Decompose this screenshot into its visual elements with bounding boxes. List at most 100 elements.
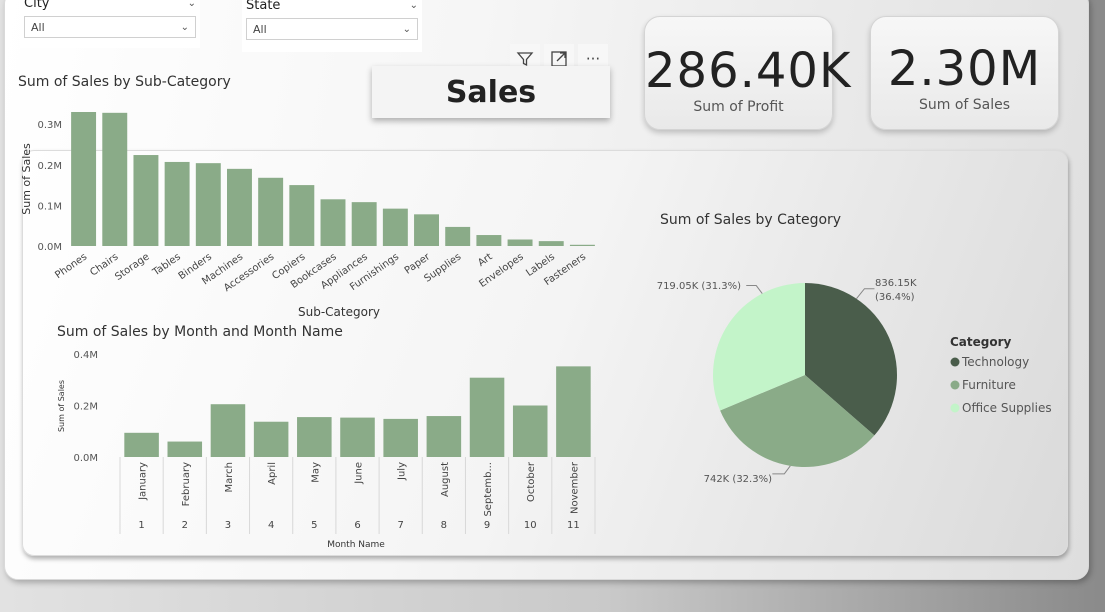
bar[interactable] bbox=[476, 235, 502, 246]
state-slicer-label: State bbox=[246, 0, 281, 13]
x-tick-number: 10 bbox=[524, 520, 537, 531]
bar[interactable] bbox=[383, 418, 418, 457]
x-tick-label: June bbox=[354, 462, 365, 485]
legend-title: Category bbox=[950, 335, 1012, 349]
x-tick-label: October bbox=[526, 461, 537, 502]
chevron-down-icon: ⌄ bbox=[402, 23, 411, 35]
x-tick-number: 6 bbox=[354, 520, 360, 531]
x-tick-label: Storage bbox=[113, 251, 151, 282]
month-bar-chart[interactable]: 0.0M 0.2M 0.4M Sum of Sales January 1 February… bbox=[50, 342, 610, 554]
bar[interactable] bbox=[569, 244, 595, 246]
bar[interactable] bbox=[102, 112, 128, 246]
city-dropdown-value: All bbox=[31, 20, 45, 34]
bar[interactable] bbox=[507, 239, 533, 246]
x-tick-number: 8 bbox=[441, 520, 447, 531]
x-tick-label: July bbox=[397, 462, 408, 481]
profit-card[interactable]: 286.40K Sum of Profit bbox=[644, 16, 852, 130]
bar[interactable] bbox=[538, 241, 564, 246]
legend-item[interactable]: Technology bbox=[961, 355, 1029, 369]
legend-swatch bbox=[950, 403, 960, 413]
y-tick-label: 0.0M bbox=[37, 242, 62, 253]
bar[interactable] bbox=[227, 168, 252, 246]
legend-swatch bbox=[950, 380, 960, 390]
bar[interactable] bbox=[320, 199, 346, 246]
chevron-down-icon[interactable]: ⌄ bbox=[410, 0, 418, 11]
bar[interactable] bbox=[382, 208, 408, 246]
x-tick-number: 7 bbox=[397, 520, 403, 531]
data-label: 742K (32.3%) bbox=[704, 474, 772, 485]
x-tick-number: 1 bbox=[138, 520, 144, 531]
bar[interactable] bbox=[258, 177, 284, 246]
y-axis-label: Sum of Sales bbox=[57, 380, 66, 432]
x-tick-label: March bbox=[224, 462, 235, 492]
subcategory-bar-chart[interactable]: 0.0M0.1M0.2M0.3MSum of SalesPhones Chairs… bbox=[14, 94, 614, 324]
x-tick-label: February bbox=[181, 462, 192, 506]
data-label: 719.05K (31.3%) bbox=[657, 281, 741, 292]
city-dropdown[interactable]: All ⌄ bbox=[24, 16, 196, 38]
x-tick-label: May bbox=[310, 462, 321, 483]
month-chart-title: Sum of Sales by Month and Month Name bbox=[57, 324, 343, 340]
bar[interactable] bbox=[512, 405, 548, 458]
y-axis-label: Sum of Sales bbox=[20, 143, 33, 215]
x-tick-number: 9 bbox=[484, 520, 490, 531]
bar[interactable] bbox=[164, 161, 190, 246]
x-tick-number: 3 bbox=[225, 520, 231, 531]
y-tick-label: 0.4M bbox=[73, 350, 98, 361]
sales-card[interactable]: 2.30M Sum of Sales bbox=[870, 16, 1059, 130]
sales-label: Sum of Sales bbox=[918, 97, 1011, 113]
bar[interactable] bbox=[71, 112, 97, 246]
bar[interactable] bbox=[124, 432, 159, 457]
bar[interactable] bbox=[445, 226, 471, 246]
chevron-down-icon[interactable]: ⌄ bbox=[188, 0, 196, 9]
leader-line bbox=[856, 288, 875, 300]
y-tick-label: 0.1M bbox=[37, 201, 62, 212]
bar[interactable] bbox=[351, 202, 377, 246]
y-tick-label: 0.3M bbox=[37, 120, 62, 131]
y-tick-label: 0.0M bbox=[73, 453, 98, 464]
state-slicer[interactable]: State ⌄ All ⌄ bbox=[242, 0, 422, 52]
x-tick-label: August bbox=[440, 462, 451, 497]
x-axis-label: Month Name bbox=[327, 540, 385, 550]
x-tick-label: January bbox=[138, 462, 149, 501]
bar[interactable] bbox=[469, 377, 505, 457]
x-tick-number: 2 bbox=[182, 520, 188, 531]
bar[interactable] bbox=[340, 417, 375, 457]
leader-line bbox=[746, 285, 763, 294]
legend-item[interactable]: Furniture bbox=[962, 378, 1016, 392]
legend-item[interactable]: Office Supplies bbox=[962, 401, 1052, 415]
category-pie-chart[interactable]: 836.15K (36.4%) 742K (32.3%) 719.05K (31.3%… bbox=[640, 260, 1080, 500]
x-tick-number: 11 bbox=[567, 520, 580, 531]
profit-label: Sum of Profit bbox=[693, 99, 784, 115]
city-slicer[interactable]: City ⌄ All ⌄ bbox=[20, 0, 200, 48]
subcategory-chart-title: Sum of Sales by Sub-Category bbox=[18, 74, 231, 90]
category-chart-title: Sum of Sales by Category bbox=[660, 212, 842, 228]
bar[interactable] bbox=[133, 155, 159, 246]
chevron-down-icon: ⌄ bbox=[180, 21, 189, 33]
bar[interactable] bbox=[556, 366, 591, 457]
x-tick-label: November bbox=[569, 461, 580, 514]
bar[interactable] bbox=[426, 416, 462, 457]
state-dropdown[interactable]: All ⌄ bbox=[246, 18, 418, 40]
leader-line bbox=[772, 465, 791, 475]
x-tick-label: April bbox=[267, 462, 278, 485]
data-label: 836.15K bbox=[875, 278, 917, 289]
city-slicer-label: City bbox=[24, 0, 50, 11]
sales-value: 2.30M bbox=[887, 41, 1042, 97]
legend-swatch bbox=[950, 357, 960, 367]
bar[interactable] bbox=[253, 421, 289, 457]
profit-value: 286.40K bbox=[645, 43, 852, 99]
x-tick-number: 4 bbox=[268, 520, 274, 531]
bar[interactable] bbox=[297, 417, 332, 457]
bar[interactable] bbox=[414, 214, 439, 246]
y-tick-label: 0.2M bbox=[73, 402, 98, 413]
x-tick-label: Septemb... bbox=[483, 462, 494, 517]
x-tick-label: Phones bbox=[53, 251, 89, 281]
x-tick-number: 5 bbox=[311, 520, 317, 531]
bar[interactable] bbox=[167, 441, 203, 457]
bar[interactable] bbox=[210, 404, 246, 457]
bar[interactable] bbox=[289, 185, 315, 246]
state-dropdown-value: All bbox=[253, 22, 267, 36]
x-tick-label: Art bbox=[476, 251, 495, 269]
bar[interactable] bbox=[195, 163, 221, 246]
data-label: (36.4%) bbox=[875, 292, 915, 303]
